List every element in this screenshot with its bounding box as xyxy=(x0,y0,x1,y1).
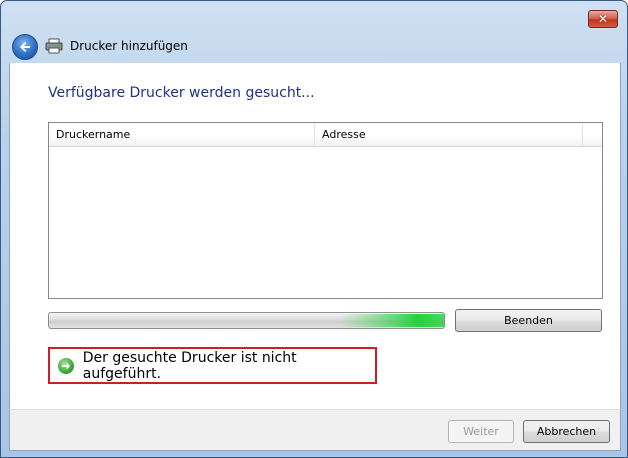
column-header-address[interactable]: Adresse xyxy=(315,123,583,146)
wizard-content: Verfügbare Drucker werden gesucht... Dru… xyxy=(9,63,621,409)
list-header: Druckername Adresse xyxy=(49,123,602,147)
printer-not-listed-label[interactable]: Der gesuchte Drucker ist nicht aufgeführ… xyxy=(83,350,375,382)
printer-icon xyxy=(45,38,63,54)
next-button[interactable]: Weiter xyxy=(448,420,514,443)
search-progress-bar xyxy=(48,312,445,329)
green-arrow-icon xyxy=(58,357,74,374)
page-heading: Verfügbare Drucker werden gesucht... xyxy=(48,85,315,101)
title-bar: ✕ Drucker hinzufügen xyxy=(1,1,627,63)
back-button[interactable] xyxy=(12,34,38,60)
printer-list[interactable]: Druckername Adresse xyxy=(48,122,603,299)
back-arrow-icon xyxy=(20,41,30,52)
close-icon: ✕ xyxy=(597,12,609,26)
close-button[interactable]: ✕ xyxy=(588,10,618,28)
progress-glow xyxy=(339,314,444,327)
cancel-button[interactable]: Abbrechen xyxy=(523,420,610,443)
stop-button[interactable]: Beenden xyxy=(455,309,602,332)
window-frame: ✕ Drucker hinzufügen Verfügbare Drucker … xyxy=(0,0,628,458)
column-header-printer-name[interactable]: Druckername xyxy=(49,123,315,146)
wizard-footer: Weiter Abbrechen xyxy=(9,409,621,451)
printer-not-listed-link[interactable]: Der gesuchte Drucker ist nicht aufgeführ… xyxy=(48,347,377,384)
window-title: Drucker hinzufügen xyxy=(70,39,188,53)
